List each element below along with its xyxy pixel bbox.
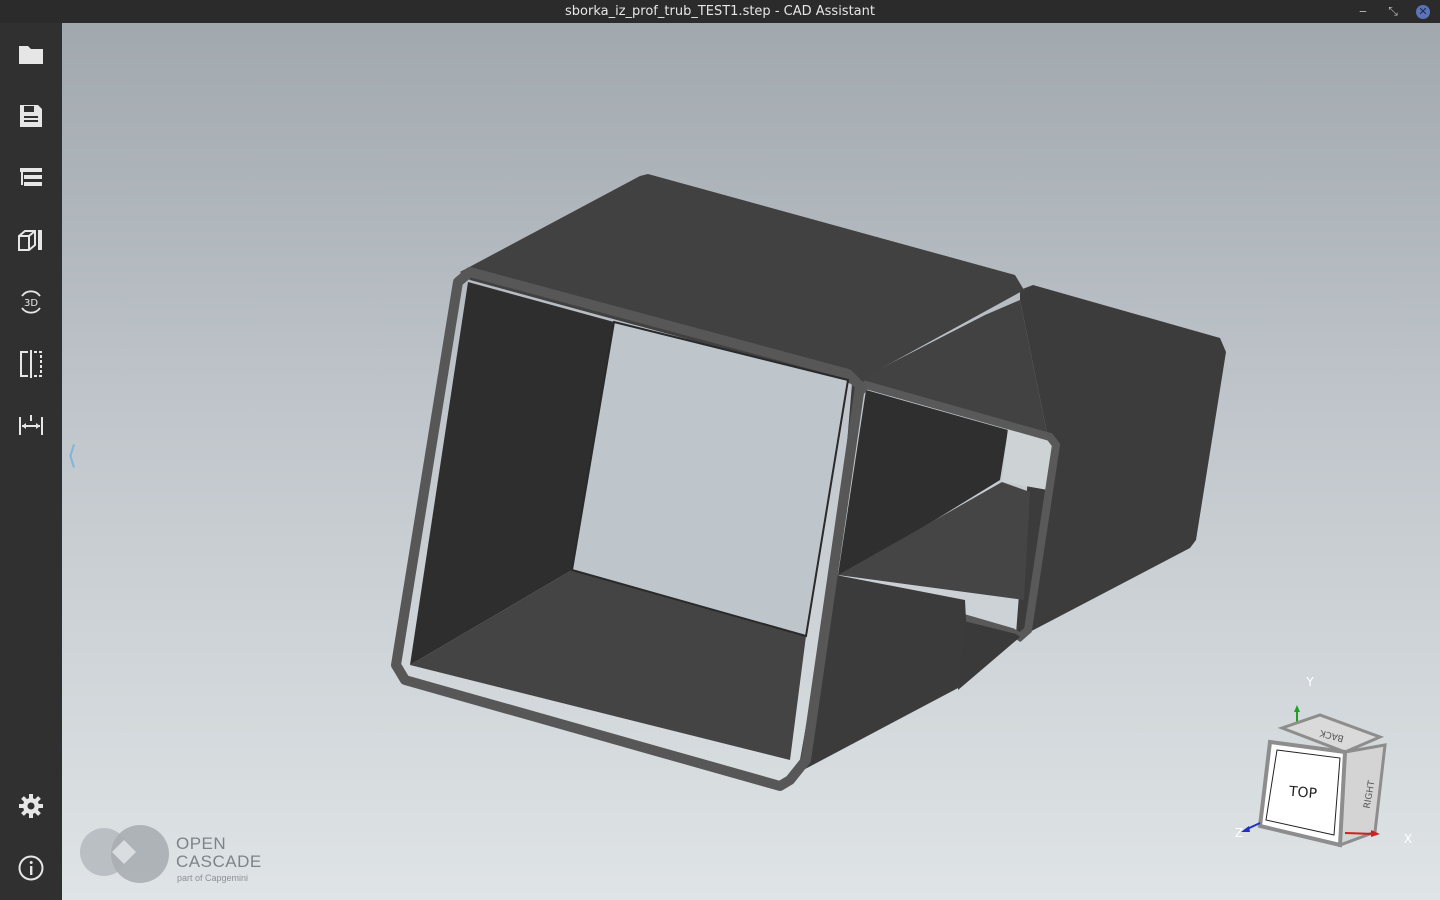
close-icon[interactable]: ✕ [1416, 4, 1430, 19]
view-cube[interactable]: Y BACK RIGHT TOP X Z [1220, 670, 1420, 860]
axis-y-label: Y [1305, 675, 1314, 689]
window-title: sborka_iz_prof_trub_TEST1.step - CAD Ass… [565, 4, 875, 19]
rotate-3d-icon: 3D [21, 290, 41, 314]
title-bar: sborka_iz_prof_trub_TEST1.step - CAD Ass… [0, 0, 1440, 23]
gear-icon [19, 794, 43, 818]
minimize-icon[interactable]: ‒ [1348, 0, 1378, 23]
axis-z-label: Z [1235, 826, 1243, 840]
3d-viewport[interactable]: ⟨ Y BACK RIGHT TOP X Z OPEN CASCADE part… [62, 23, 1440, 900]
axis-x-line [1344, 832, 1376, 835]
model-tree-button[interactable] [11, 158, 51, 198]
logo-line-2: CASCADE [176, 852, 262, 871]
left-toolbar: 3D [0, 23, 62, 900]
section-clip-icon [20, 350, 42, 378]
section-clip-button[interactable] [11, 344, 51, 384]
cube-right-face [1338, 743, 1387, 848]
info-button[interactable] [11, 848, 51, 888]
restore-icon[interactable]: ⤡ [1378, 0, 1408, 23]
logo-line-1: OPEN [176, 834, 227, 853]
save-icon [20, 105, 42, 127]
open-cascade-logo: OPEN CASCADE part of Capgemini [78, 823, 278, 885]
measure-icon [19, 415, 43, 435]
open-cascade-logo-mark [80, 825, 169, 883]
rotate-3d-button[interactable]: 3D [11, 282, 51, 322]
save-button[interactable] [11, 96, 51, 136]
axis-x-label: X [1404, 832, 1412, 846]
window-controls: ‒ ⤡ ✕ [1348, 0, 1430, 23]
settings-button[interactable] [11, 786, 51, 826]
folder-icon [19, 46, 43, 64]
cube-top-label: TOP [1287, 784, 1317, 802]
rotate-3d-label: 3D [24, 298, 38, 309]
measure-button[interactable] [11, 406, 51, 446]
open-file-button[interactable] [11, 34, 51, 74]
model-tree-icon [20, 168, 42, 186]
view-parts-button[interactable] [11, 220, 51, 260]
logo-line-3: part of Capgemini [177, 873, 249, 883]
info-icon [18, 855, 44, 881]
view-parts-icon [18, 230, 42, 251]
